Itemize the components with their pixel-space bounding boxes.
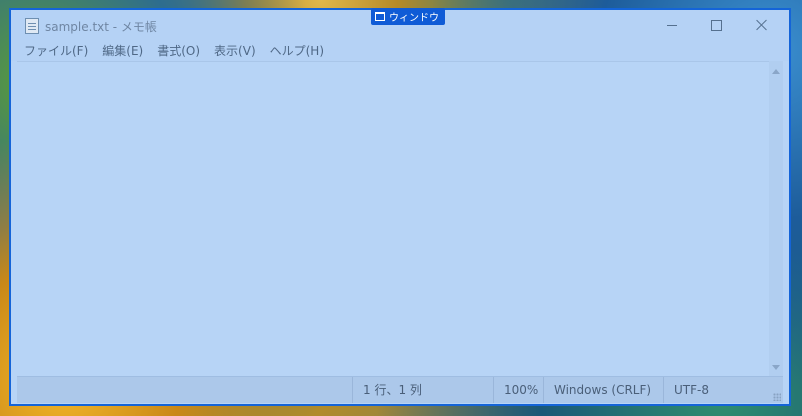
minimize-icon — [666, 24, 677, 26]
menu-help[interactable]: ヘルプ(H) — [270, 42, 324, 59]
menu-edit[interactable]: 編集(E) — [102, 42, 143, 59]
close-icon — [756, 19, 768, 31]
resize-grip-icon[interactable] — [773, 393, 781, 401]
scroll-up-icon[interactable] — [772, 69, 780, 74]
line-ending: Windows (CRLF) — [543, 377, 663, 403]
title-bar[interactable]: sample.txt - メモ帳 ウィンドウ — [11, 8, 789, 40]
encoding: UTF-8 — [663, 377, 753, 403]
menu-view[interactable]: 表示(V) — [214, 42, 256, 59]
vertical-scrollbar[interactable] — [769, 61, 783, 376]
menu-bar: ファイル(F) 編集(E) 書式(O) 表示(V) ヘルプ(H) — [11, 40, 789, 61]
maximize-icon — [711, 19, 722, 31]
scroll-down-icon[interactable] — [772, 365, 780, 370]
window-title: sample.txt - メモ帳 — [45, 20, 157, 34]
cursor-position: 1 行、1 列 — [352, 377, 493, 403]
close-button[interactable] — [739, 12, 784, 38]
window-icon — [375, 12, 385, 21]
text-editor[interactable] — [17, 61, 769, 377]
menu-format[interactable]: 書式(O) — [157, 42, 200, 59]
menu-file[interactable]: ファイル(F) — [24, 42, 88, 59]
status-bar: 1 行、1 列 100% Windows (CRLF) UTF-8 — [17, 376, 783, 403]
notepad-window[interactable]: sample.txt - メモ帳 ウィンドウ ファイル(F) 編集(E) 書式(… — [9, 8, 791, 406]
minimize-button[interactable] — [649, 12, 694, 38]
snap-layout-badge: ウィンドウ — [371, 8, 445, 25]
snap-label: ウィンドウ — [389, 13, 439, 24]
maximize-button[interactable] — [694, 12, 739, 38]
zoom-level: 100% — [493, 377, 543, 403]
notepad-icon — [25, 18, 39, 34]
